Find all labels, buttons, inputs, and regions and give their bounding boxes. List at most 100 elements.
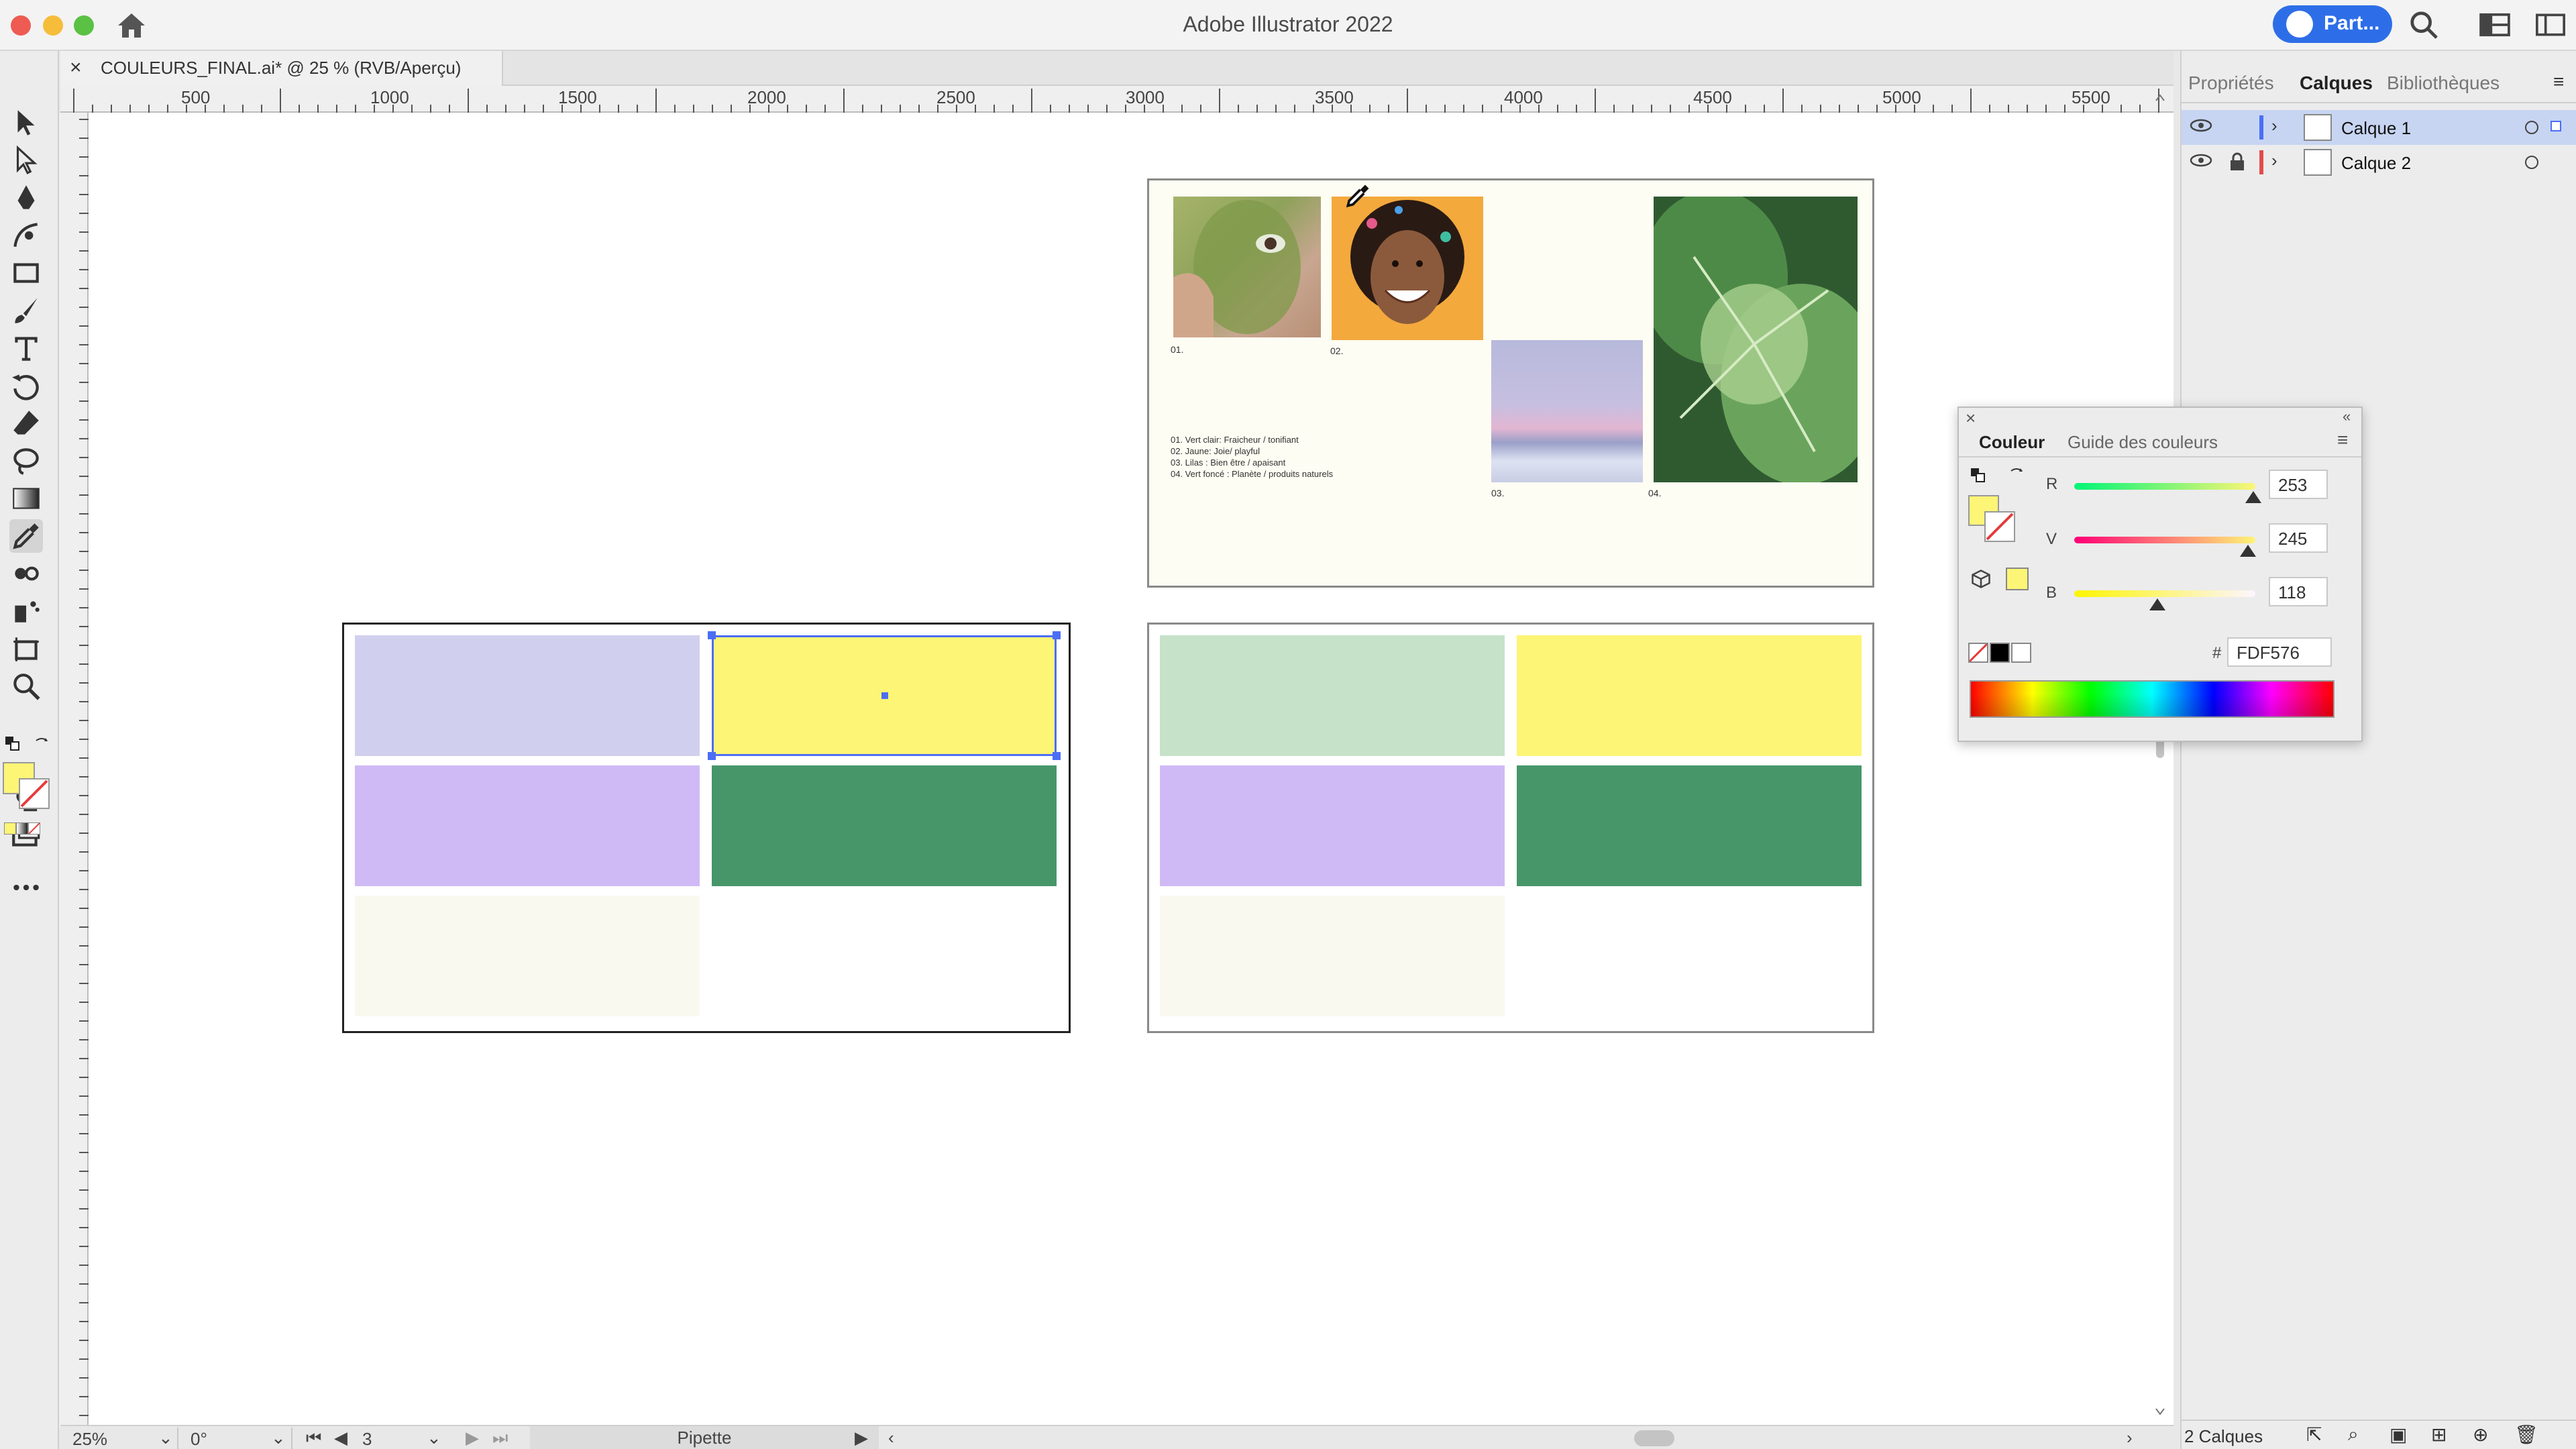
- stroke-none-swatch[interactable]: [1984, 511, 2015, 542]
- search-icon[interactable]: [2408, 9, 2439, 44]
- stroke-none-swatch[interactable]: [19, 778, 50, 809]
- black-swatch[interactable]: [1990, 643, 2010, 663]
- color-panel[interactable]: × « Couleur Guide des couleurs ≡ R 253 V…: [1957, 407, 2363, 742]
- previous-artboard-icon[interactable]: ◀: [334, 1428, 347, 1448]
- type-tool-icon[interactable]: [9, 331, 43, 365]
- layer-name[interactable]: Calque 1: [2341, 118, 2411, 139]
- artboard-tool-icon[interactable]: [9, 632, 43, 665]
- selection-tool-icon[interactable]: [9, 106, 43, 140]
- share-button[interactable]: Part...: [2273, 5, 2392, 43]
- delete-layer-icon[interactable]: 🗑: [2514, 1424, 2538, 1446]
- artboard-swatches-right[interactable]: [1147, 623, 1874, 1033]
- visibility-eye-icon[interactable]: [2190, 117, 2212, 138]
- swatch-cream[interactable]: [355, 896, 700, 1016]
- color-mode-buttons[interactable]: [4, 822, 47, 836]
- swatch-lavender[interactable]: [355, 635, 700, 756]
- paintbrush-tool-icon[interactable]: [9, 294, 43, 327]
- blue-value-field[interactable]: 118: [2269, 577, 2328, 606]
- zoom-select[interactable]: 25% ⌄: [64, 1428, 178, 1449]
- horizontal-scroll-thumb[interactable]: [1634, 1430, 1674, 1446]
- selection-handle[interactable]: [708, 631, 716, 639]
- swatch-green-dark[interactable]: [712, 765, 1057, 886]
- horizontal-ruler[interactable]: 500 1000 1500 2000 2500 3000 3500 4000 4…: [60, 86, 2174, 113]
- tab-color-guide[interactable]: Guide des couleurs: [2068, 432, 2218, 453]
- rotation-select[interactable]: 0° ⌄: [185, 1428, 292, 1449]
- expand-chevron-icon[interactable]: ›: [2271, 150, 2277, 171]
- scroll-left-icon[interactable]: ‹: [888, 1428, 894, 1448]
- lasso-tool-icon[interactable]: [9, 444, 43, 478]
- moodboard-image-03[interactable]: [1491, 340, 1643, 482]
- color-spectrum[interactable]: [1970, 680, 2334, 718]
- out-of-gamut-icon[interactable]: [1971, 569, 1991, 592]
- gradient-tool-icon[interactable]: [9, 482, 43, 515]
- direct-selection-tool-icon[interactable]: [9, 144, 43, 177]
- blue-slider[interactable]: [2074, 590, 2255, 597]
- white-swatch[interactable]: [2011, 643, 2031, 663]
- color-panel-menu-icon[interactable]: ≡: [2337, 429, 2348, 451]
- new-sublayer-icon[interactable]: ⊞: [2431, 1424, 2447, 1446]
- eraser-tool-icon[interactable]: [9, 407, 43, 440]
- layer-row-2[interactable]: › Calque 2: [2182, 145, 2576, 180]
- vertical-ruler[interactable]: [59, 113, 89, 1428]
- symbol-sprayer-tool-icon[interactable]: [9, 594, 43, 628]
- red-value-field[interactable]: 253: [2269, 470, 2328, 499]
- selection-handle[interactable]: [1053, 752, 1061, 760]
- tab-properties[interactable]: Propriétés: [2188, 72, 2274, 94]
- tab-color[interactable]: Couleur: [1979, 432, 2045, 453]
- rectangle-tool-icon[interactable]: [9, 256, 43, 290]
- blend-tool-icon[interactable]: [9, 557, 43, 590]
- vertical-scrollbar[interactable]: [2152, 87, 2168, 1425]
- export-icon[interactable]: ⇱: [2306, 1424, 2322, 1446]
- eyedropper-tool-icon[interactable]: [9, 519, 43, 553]
- selection-indicator-icon[interactable]: [2551, 121, 2561, 131]
- blue-slider-thumb[interactable]: [2149, 598, 2166, 610]
- swatch-yellow-selected[interactable]: [708, 631, 1061, 760]
- swap-colors-icon[interactable]: [32, 735, 51, 751]
- last-artboard-icon[interactable]: ⏭: [492, 1428, 508, 1449]
- swatch-cream[interactable]: [1160, 896, 1505, 1016]
- green-value-field[interactable]: 245: [2269, 523, 2328, 553]
- green-slider-thumb[interactable]: [2240, 545, 2257, 557]
- moodboard-image-04[interactable]: [1640, 190, 1882, 485]
- pen-tool-icon[interactable]: [9, 181, 43, 215]
- artboard-moodboard[interactable]: 01. 02. 03. 04. 01. Vert clair: Fraicheu…: [1147, 178, 1882, 588]
- more-tools-icon[interactable]: [9, 871, 43, 904]
- first-artboard-icon[interactable]: ⏮: [306, 1428, 321, 1449]
- panel-toggle-icon[interactable]: [2536, 12, 2565, 41]
- target-circle-icon[interactable]: [2525, 156, 2538, 169]
- visibility-eye-icon[interactable]: [2190, 152, 2212, 172]
- next-artboard-icon[interactable]: ▶: [466, 1428, 479, 1448]
- scroll-right-icon[interactable]: ›: [2127, 1428, 2133, 1448]
- red-slider-thumb[interactable]: [2245, 491, 2262, 503]
- web-safe-color-swatch[interactable]: [2006, 568, 2029, 590]
- curvature-tool-icon[interactable]: [9, 219, 43, 252]
- swatch-green-dark[interactable]: [1517, 765, 1862, 886]
- layer-row-1[interactable]: › Calque 1: [2182, 110, 2576, 145]
- close-tab-icon[interactable]: ×: [70, 56, 82, 79]
- swatch-lilac[interactable]: [355, 765, 700, 886]
- moodboard-image-02[interactable]: [1332, 197, 1483, 340]
- selection-handle[interactable]: [708, 752, 716, 760]
- moodboard-image-01[interactable]: [1173, 197, 1321, 337]
- close-panel-icon[interactable]: ×: [1966, 408, 1976, 429]
- swatch-lilac[interactable]: [1160, 765, 1505, 886]
- default-colors-icon[interactable]: [4, 735, 20, 751]
- tab-layers[interactable]: Calques: [2300, 72, 2373, 94]
- zoom-tool-icon[interactable]: [9, 669, 43, 703]
- layer-name[interactable]: Calque 2: [2341, 153, 2411, 174]
- locate-object-icon[interactable]: ⌕: [2348, 1424, 2359, 1446]
- artboard-swatches-left[interactable]: [342, 623, 1071, 1033]
- tab-libraries[interactable]: Bibliothèques: [2387, 72, 2500, 94]
- target-circle-icon[interactable]: [2525, 121, 2538, 134]
- panel-menu-icon[interactable]: ≡: [2553, 71, 2564, 93]
- artboard-number-select[interactable]: 3 ⌄: [360, 1428, 447, 1449]
- none-color-swatch[interactable]: [1968, 643, 1988, 663]
- clipping-mask-icon[interactable]: ▣: [2390, 1424, 2407, 1446]
- swatch-mint[interactable]: [1160, 635, 1505, 756]
- default-colors-icon[interactable]: [1970, 467, 1986, 483]
- selection-handle[interactable]: [1053, 631, 1061, 639]
- hex-value-field[interactable]: FDF576: [2227, 637, 2332, 667]
- swatch-yellow[interactable]: [1517, 635, 1862, 756]
- canvas[interactable]: 01. 02. 03. 04. 01. Vert clair: Fraicheu…: [89, 113, 2469, 1428]
- rotate-tool-icon[interactable]: [9, 369, 43, 402]
